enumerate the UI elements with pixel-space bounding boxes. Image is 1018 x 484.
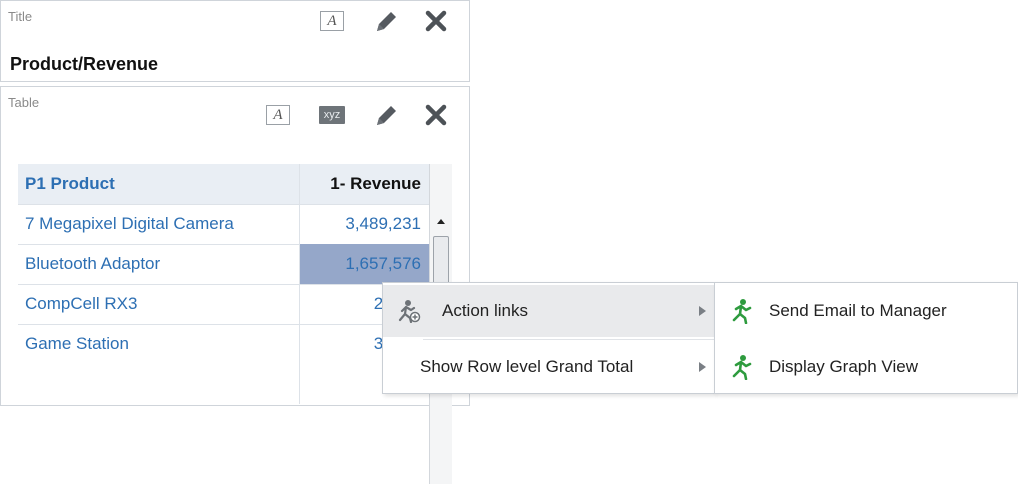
xyz-icon-text: xyz <box>319 106 345 124</box>
page-title: Product/Revenue <box>10 54 159 74</box>
scrollbar-thumb[interactable] <box>433 236 449 286</box>
column-header-revenue[interactable]: 1- Revenue <box>299 164 429 204</box>
context-menu: Action links Show Row level Grand Total <box>382 282 715 394</box>
product-cell[interactable]: Bluetooth Adaptor <box>18 244 299 284</box>
submenu-item-label: Display Graph View <box>769 357 918 376</box>
title-view-panel: Title A Product/Revenue <box>0 0 470 82</box>
revenue-cell-selected[interactable]: 1,657,576 <box>299 244 429 284</box>
product-cell[interactable]: 7 Megapixel Digital Camera <box>18 204 299 244</box>
action-links-submenu: Send Email to Manager Display Graph View <box>714 282 1018 394</box>
xyz-properties-icon[interactable]: xyz <box>319 106 345 124</box>
panel-caption: Table <box>8 95 40 110</box>
menu-separator <box>423 339 714 340</box>
menu-item-label: Show Row level Grand Total <box>420 357 634 376</box>
column-divider <box>299 164 300 404</box>
product-cell[interactable]: Game Station <box>18 324 299 364</box>
submenu-item-send-email[interactable]: Send Email to Manager <box>715 285 1017 337</box>
submenu-arrow-icon <box>699 362 706 372</box>
edit-pencil-icon[interactable] <box>373 103 399 129</box>
product-cell[interactable]: CompCell RX3 <box>18 284 299 324</box>
menu-item-label: Action links <box>442 301 528 320</box>
menu-item-action-links[interactable]: Action links <box>383 285 714 337</box>
edit-pencil-icon[interactable] <box>373 9 399 35</box>
column-header-product[interactable]: P1 Product <box>18 164 299 204</box>
format-text-glyph: A <box>266 105 290 125</box>
submenu-item-label: Send Email to Manager <box>769 301 947 320</box>
format-text-glyph: A <box>320 11 344 31</box>
action-run-icon <box>729 354 755 385</box>
revenue-cell[interactable]: 3,489,231 <box>299 204 429 244</box>
format-text-icon[interactable]: A <box>266 105 290 125</box>
scroll-up-icon[interactable] <box>433 212 449 230</box>
submenu-arrow-icon <box>699 306 706 316</box>
close-icon[interactable] <box>424 103 448 127</box>
action-links-icon <box>395 299 421 328</box>
menu-item-show-row-grand-total[interactable]: Show Row level Grand Total <box>383 341 714 393</box>
close-icon[interactable] <box>424 9 448 33</box>
format-text-icon[interactable]: A <box>320 11 344 31</box>
action-run-icon <box>729 298 755 329</box>
submenu-item-display-graph[interactable]: Display Graph View <box>715 341 1017 393</box>
panel-caption: Title <box>8 9 33 24</box>
